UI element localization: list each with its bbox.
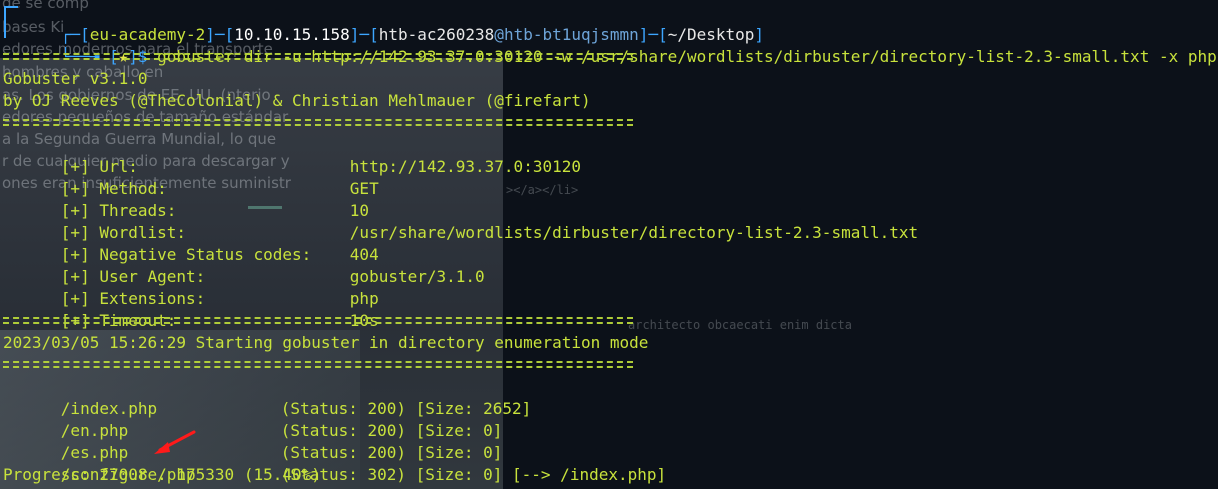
config-row: [+] Wordlist:/usr/share/wordlists/dirbus…: [3, 200, 918, 242]
config-row: [+] Url: http://142.93.37.0:30120: [3, 134, 581, 176]
banner-authors: by OJ Reeves (@TheColonial) & Christian …: [3, 91, 591, 110]
result-size: [Size: 0]: [415, 465, 503, 484]
result-row: /index.php (Status: 200) [Size: 2652]: [3, 376, 541, 418]
red-arrow-icon: [154, 430, 196, 454]
result-row: /configure.php (Status: 302) [Size: 0] [-…: [3, 442, 666, 484]
config-row: [+] Negative Status codes: 404: [3, 222, 379, 264]
progress-line: Progress: 27008 / 175330 (15.40%): [3, 465, 321, 484]
separator: [3, 119, 633, 126]
background-page-lorem: architecto obcaecati enim dicta: [628, 318, 852, 332]
banner-title: Gobuster v3.1.0: [3, 69, 148, 88]
config-row: [+] User Agent: gobuster/3.1.0: [3, 244, 485, 286]
background-page-code: ></a></li>: [506, 183, 579, 197]
terminal-window[interactable]: de se comp bases Ki edores modernos para…: [0, 0, 1218, 489]
config-row: [+] Threads: 10: [3, 178, 369, 220]
config-row: [+] Extensions: php: [3, 266, 379, 308]
prompt-line: ┌─[eu-academy-2]─[10.10.15.158]─[htb-ac2…: [3, 2, 764, 44]
result-redirect: [--> /index.php]: [512, 465, 667, 484]
separator: [3, 53, 633, 60]
result-row: /en.php (Status: 200) [Size: 0]: [3, 398, 512, 440]
start-message: 2023/03/05 15:26:29 Starting gobuster in…: [3, 333, 649, 352]
config-value: http://142.93.37.0:30120: [349, 157, 581, 176]
config-value: /usr/share/wordlists/dirbuster/directory…: [349, 223, 919, 242]
result-row: /es.php (Status: 200) [Size: 0]: [3, 420, 512, 462]
command-line[interactable]: └──╼ [★]$ gobuster dir -u http://142.93.…: [3, 24, 1217, 66]
config-row: [+] Method: GET: [3, 156, 379, 198]
separator: [3, 317, 633, 324]
config-row: [+] Timeout: 10s: [3, 288, 379, 330]
separator: [3, 361, 633, 368]
